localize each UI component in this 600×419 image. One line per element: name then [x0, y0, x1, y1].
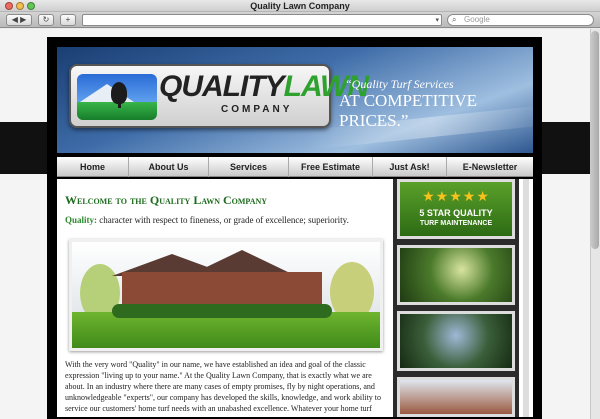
quality-definition: Quality: character with respect to finen…	[65, 215, 365, 225]
browser-toolbar: ◀ ▶ ↻ + ▾ ⌕ Google	[0, 12, 600, 28]
nav-item-services[interactable]: Services	[209, 157, 289, 177]
quality-keyword: Quality:	[65, 215, 98, 225]
tagline-line2: AT COMPETITIVE PRICES.”	[339, 91, 478, 130]
star-rating-icon: ★★★★★	[422, 188, 490, 204]
sidebar-photo-sprinkler[interactable]	[397, 311, 515, 371]
photo-roof-right	[192, 250, 292, 274]
main-navigation: Home About Us Services Free Estimate Jus…	[57, 157, 533, 177]
sidebar-photo-lawn-tree[interactable]	[397, 245, 515, 305]
main-content: Welcome to the Quality Lawn Company Qual…	[57, 179, 533, 417]
photo-shrubs	[112, 304, 332, 318]
site-header: QUALITYLAWN COMPANY “Quality Turf Servic…	[57, 47, 533, 153]
window-title: Quality Lawn Company	[250, 1, 350, 11]
nav-item-about-us[interactable]: About Us	[129, 157, 209, 177]
nav-item-free-estimate[interactable]: Free Estimate	[289, 157, 373, 177]
sidebar-photo-house[interactable]	[397, 377, 515, 417]
search-icon: ⌕	[452, 15, 457, 24]
logo-emblem	[77, 74, 157, 120]
window-titlebar: Quality Lawn Company	[0, 0, 600, 12]
promo-title: 5 STAR QUALITY	[419, 208, 493, 218]
site-wrapper: QUALITYLAWN COMPANY “Quality Turf Servic…	[47, 37, 542, 419]
nav-item-e-newsletter[interactable]: E-Newsletter	[447, 157, 533, 177]
logo-company: COMPANY	[221, 104, 293, 115]
search-placeholder: Google	[464, 15, 490, 24]
page-viewport: QUALITYLAWN COMPANY “Quality Turf Servic…	[0, 29, 590, 419]
emblem-grass	[77, 102, 157, 120]
logo-wordmark: QUALITYLAWN	[159, 70, 369, 104]
search-input[interactable]: ⌕ Google	[447, 14, 594, 26]
page-title: Welcome to the Quality Lawn Company	[65, 193, 268, 207]
back-forward-button[interactable]: ◀ ▶	[6, 14, 32, 26]
sidebar-gallery: ★★★★★ 5 STAR QUALITY TURF MAINTENANCE	[393, 179, 519, 417]
tree-trunk	[118, 100, 121, 108]
address-bar[interactable]: ▾	[82, 14, 442, 26]
promo-subtitle: TURF MAINTENANCE	[419, 220, 493, 227]
company-logo[interactable]: QUALITYLAWN COMPANY	[69, 64, 369, 128]
mountain-icon	[77, 84, 137, 104]
five-star-promo[interactable]: ★★★★★ 5 STAR QUALITY TURF MAINTENANCE	[397, 179, 515, 239]
logo-word-quality: QUALITY	[159, 70, 285, 103]
chevron-down-icon[interactable]: ▾	[435, 15, 439, 26]
nav-item-just-ask[interactable]: Just Ask!	[373, 157, 447, 177]
intro-paragraph: With the very word "Quality" in our name…	[65, 360, 382, 413]
nav-item-home[interactable]: Home	[57, 157, 129, 177]
add-bookmark-button[interactable]: +	[60, 14, 76, 26]
close-window-button[interactable]	[5, 2, 13, 10]
minimize-window-button[interactable]	[16, 2, 24, 10]
reload-button[interactable]: ↻	[38, 14, 54, 26]
quality-definition-text: character with respect to fineness, or g…	[97, 215, 349, 225]
content-scrollbar[interactable]	[523, 179, 529, 417]
page-scrollbar-thumb[interactable]	[591, 31, 599, 249]
house-photo	[69, 239, 383, 351]
tagline-line1: “Quality Turf Services	[345, 77, 454, 91]
zoom-window-button[interactable]	[27, 2, 35, 10]
